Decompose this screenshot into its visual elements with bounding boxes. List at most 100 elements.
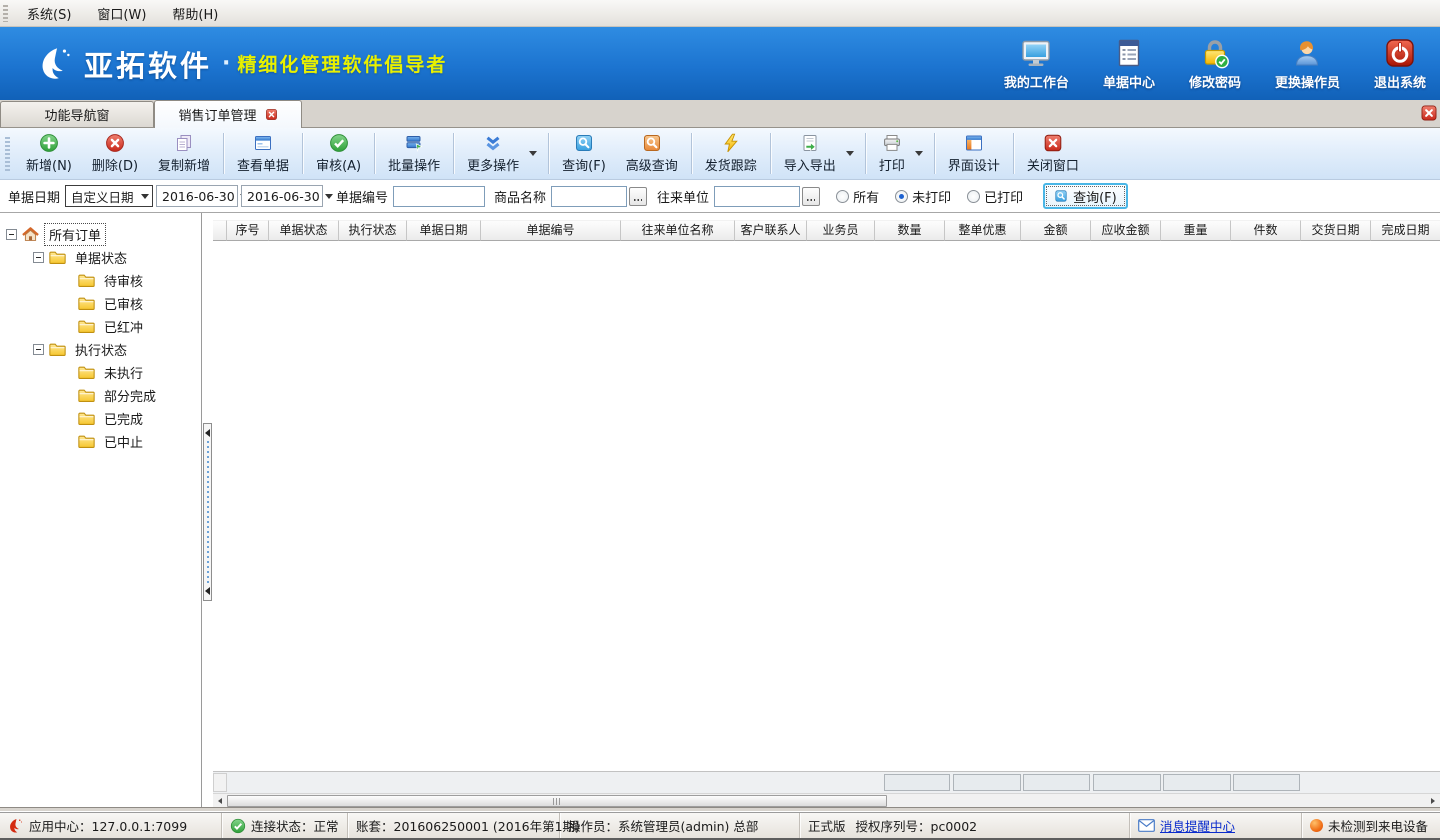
license-edition-text: 正式版 <box>808 816 846 835</box>
message-center-link[interactable]: 消息提醒中心 <box>1160 816 1235 835</box>
partner-picker-ellipsis-button[interactable] <box>802 187 820 206</box>
scroll-left-arrow[interactable] <box>213 794 227 808</box>
collapse-toggle-icon[interactable] <box>33 252 44 263</box>
column-header[interactable]: 单据编号 <box>481 220 621 241</box>
tree-item-exec-status[interactable]: 执行状态 <box>71 339 131 360</box>
column-header[interactable]: 单据状态 <box>269 220 339 241</box>
switch-operator-button[interactable]: 更换操作员 <box>1275 37 1340 91</box>
more-operations-button[interactable]: 更多操作 <box>457 128 529 179</box>
tree-splitter[interactable] <box>202 213 213 807</box>
copy-add-button[interactable]: 复制新增 <box>148 128 220 179</box>
column-header[interactable]: 完成日期 <box>1371 220 1440 241</box>
envelope-icon <box>1138 819 1155 832</box>
tree-item-partially-done[interactable]: 部分完成 <box>100 385 160 406</box>
tab-sales-order-management[interactable]: 销售订单管理 <box>154 100 302 128</box>
button-label: 发货跟踪 <box>705 155 757 174</box>
radio-label: 已打印 <box>984 187 1023 206</box>
tree-item-completed[interactable]: 已完成 <box>100 408 147 429</box>
tab-close-icon[interactable] <box>265 108 278 121</box>
query-button[interactable]: 查询(F) <box>1043 183 1128 209</box>
toolbar-separator <box>223 133 224 174</box>
menu-bar: 系统(S) 窗口(W) 帮助(H) <box>0 0 1440 27</box>
import-export-button[interactable]: 导入导出 <box>774 128 846 179</box>
tree-item-all-orders[interactable]: 所有订单 <box>44 223 106 246</box>
column-header[interactable]: 往来单位名称 <box>621 220 735 241</box>
status-license: 正式版 授权序列号：pc0002 <box>800 813 1130 838</box>
column-header[interactable]: 客户联系人 <box>735 220 807 241</box>
column-header[interactable]: 单据日期 <box>407 220 481 241</box>
print-dropdown-arrow[interactable] <box>915 151 923 156</box>
menu-help[interactable]: 帮助(H) <box>159 0 231 27</box>
column-header[interactable]: 业务员 <box>807 220 875 241</box>
add-button[interactable]: 新增(N) <box>16 128 82 179</box>
collapse-toggle-icon[interactable] <box>33 344 44 355</box>
tab-function-navigator[interactable]: 功能导航窗 <box>0 101 154 127</box>
button-label: 新增(N) <box>26 155 72 174</box>
query-toolbar-button[interactable]: 查询(F) <box>552 128 616 179</box>
column-header[interactable]: 整单优惠 <box>945 220 1021 241</box>
document-center-button[interactable]: 单据中心 <box>1103 37 1155 91</box>
change-password-button[interactable]: 修改密码 <box>1189 37 1241 91</box>
delete-button[interactable]: 删除(D) <box>82 128 148 179</box>
doc-no-input[interactable] <box>393 186 485 207</box>
shipment-tracking-button[interactable]: 发货跟踪 <box>695 128 767 179</box>
splitter-collapse-handle[interactable] <box>203 423 212 601</box>
product-picker-ellipsis-button[interactable] <box>629 187 647 206</box>
action-label: 更换操作员 <box>1275 72 1340 91</box>
batch-operations-button[interactable]: 批量操作 <box>378 128 450 179</box>
license-serial-text: 授权序列号：pc0002 <box>856 816 978 835</box>
close-window-button[interactable]: 关闭窗口 <box>1017 128 1089 179</box>
folder-icon <box>78 365 95 380</box>
column-header[interactable]: 金额 <box>1021 220 1091 241</box>
advanced-query-button[interactable]: 高级查询 <box>616 128 688 179</box>
folder-icon <box>78 411 95 426</box>
column-header[interactable]: 应收金额 <box>1091 220 1161 241</box>
collapse-toggle-icon[interactable] <box>6 229 17 240</box>
import-export-dropdown-arrow[interactable] <box>846 151 854 156</box>
tree-node-exec-status: 执行状态 <box>33 338 199 361</box>
column-header[interactable]: 重量 <box>1161 220 1231 241</box>
column-header[interactable]: 序号 <box>227 220 269 241</box>
status-call-device: 未检测到来电设备 <box>1302 813 1440 838</box>
radio-all[interactable]: 所有 <box>836 187 879 206</box>
radio-not-printed[interactable]: 未打印 <box>895 187 951 206</box>
horizontal-scrollbar[interactable] <box>213 793 1440 807</box>
menu-system[interactable]: 系统(S) <box>14 0 84 27</box>
scrollbar-thumb[interactable] <box>227 795 887 807</box>
tree-item-doc-status[interactable]: 单据状态 <box>71 247 131 268</box>
column-header[interactable]: 件数 <box>1231 220 1301 241</box>
column-header[interactable]: 交货日期 <box>1301 220 1371 241</box>
audit-button[interactable]: 审核(A) <box>306 128 371 179</box>
radio-icon <box>836 190 849 203</box>
tree-item-not-executed[interactable]: 未执行 <box>100 362 147 383</box>
app-header: 亚拓软件 · 精细化管理软件倡导者 我的工作台 单据中心 修改密码 更换操作员 … <box>0 27 1440 100</box>
exit-system-button[interactable]: 退出系统 <box>1374 37 1426 91</box>
toolbar-separator <box>934 133 935 174</box>
tree-item-reversed[interactable]: 已红冲 <box>100 316 147 337</box>
date-mode-value: 自定义日期 <box>66 187 139 206</box>
date-from-select[interactable]: 2016-06-30 <box>156 185 238 207</box>
print-button[interactable]: 打印 <box>869 128 915 179</box>
tree-item-pending-audit[interactable]: 待审核 <box>100 270 147 291</box>
more-operations-dropdown-arrow[interactable] <box>529 151 537 156</box>
tab-label: 功能导航窗 <box>44 105 109 124</box>
view-document-button[interactable]: 查看单据 <box>227 128 299 179</box>
tree-item-audited[interactable]: 已审核 <box>100 293 147 314</box>
date-mode-select[interactable]: 自定义日期 <box>65 185 153 207</box>
scroll-right-arrow[interactable] <box>1426 794 1440 808</box>
button-label: 查看单据 <box>237 155 289 174</box>
product-name-input[interactable] <box>551 186 627 207</box>
radio-printed[interactable]: 已打印 <box>967 187 1023 206</box>
menu-window[interactable]: 窗口(W) <box>84 0 159 27</box>
my-workbench-button[interactable]: 我的工作台 <box>1004 37 1069 91</box>
operator-text: 操作员：系统管理员(admin) 总部 <box>568 816 758 835</box>
ui-design-button[interactable]: 界面设计 <box>938 128 1010 179</box>
partner-input[interactable] <box>714 186 800 207</box>
column-header[interactable]: 数量 <box>875 220 945 241</box>
tree-item-terminated[interactable]: 已中止 <box>100 431 147 452</box>
close-tab-strip-icon[interactable] <box>1420 104 1438 122</box>
column-header[interactable]: 执行状态 <box>339 220 407 241</box>
date-to-select[interactable]: 2016-06-30 <box>241 185 323 207</box>
radio-icon <box>967 190 980 203</box>
button-label: 导入导出 <box>784 155 836 174</box>
